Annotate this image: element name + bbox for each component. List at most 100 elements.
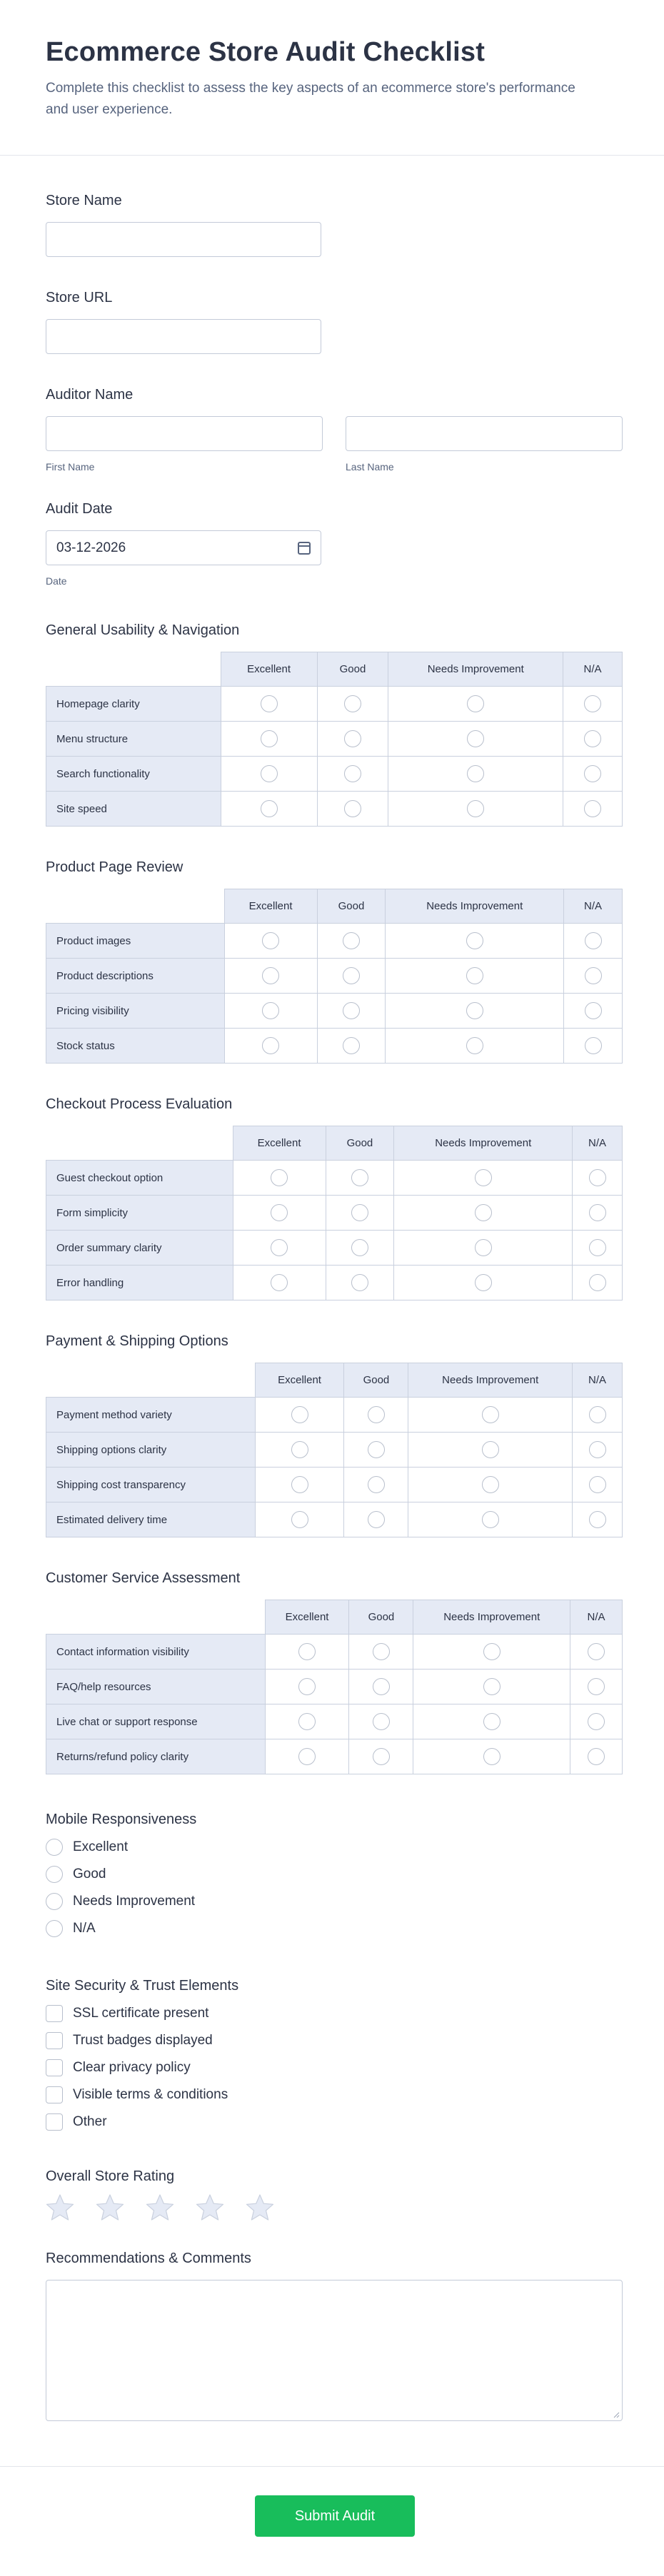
matrix-radio-button[interactable] [298,1678,316,1695]
mobile-option[interactable]: Needs Improvement [46,1888,618,1915]
matrix-radio-button[interactable] [372,1713,390,1730]
star-icon[interactable] [196,2193,224,2222]
resize-handle-icon[interactable] [613,2411,620,2418]
matrix-radio-button[interactable] [481,1511,499,1528]
mobile-option[interactable]: N/A [46,1915,618,1942]
matrix-radio-button[interactable] [483,1643,500,1660]
matrix-radio-button[interactable] [271,1239,288,1256]
matrix-radio-button[interactable] [474,1239,492,1256]
matrix-radio-button[interactable] [262,932,280,949]
comments-textarea[interactable] [46,2280,623,2421]
matrix-radio-button[interactable] [298,1713,316,1730]
store-name-input[interactable] [46,222,321,257]
matrix-radio-button[interactable] [584,765,602,782]
matrix-radio-button[interactable] [342,932,360,949]
matrix-radio-button[interactable] [588,1748,605,1765]
matrix-radio-button[interactable] [262,1002,280,1019]
matrix-radio-button[interactable] [466,967,483,984]
matrix-radio-button[interactable] [584,695,602,712]
matrix-radio-button[interactable] [588,1274,606,1291]
matrix-radio-button[interactable] [367,1441,385,1458]
star-icon[interactable] [246,2193,274,2222]
first-name-input[interactable] [46,416,323,451]
matrix-radio-button[interactable] [342,967,360,984]
radio-button[interactable] [46,1839,63,1856]
matrix-radio-button[interactable] [588,1511,606,1528]
matrix-radio-button[interactable] [467,765,485,782]
radio-button[interactable] [46,1893,63,1910]
matrix-radio-button[interactable] [588,1678,605,1695]
matrix-radio-button[interactable] [474,1204,492,1221]
matrix-radio-button[interactable] [260,765,278,782]
matrix-radio-button[interactable] [271,1169,288,1186]
matrix-radio-button[interactable] [262,967,280,984]
matrix-radio-button[interactable] [291,1476,308,1493]
matrix-radio-button[interactable] [467,800,485,817]
matrix-radio-button[interactable] [271,1204,288,1221]
matrix-radio-button[interactable] [483,1713,500,1730]
matrix-radio-button[interactable] [298,1748,316,1765]
matrix-radio-button[interactable] [588,1643,605,1660]
checkbox[interactable] [46,2113,63,2131]
matrix-radio-button[interactable] [588,1169,606,1186]
matrix-radio-button[interactable] [291,1511,308,1528]
store-url-input[interactable] [46,319,321,354]
matrix-radio-button[interactable] [291,1406,308,1423]
matrix-radio-button[interactable] [588,1406,606,1423]
matrix-radio-button[interactable] [483,1678,500,1695]
matrix-radio-button[interactable] [291,1441,308,1458]
matrix-radio-button[interactable] [260,800,278,817]
matrix-radio-button[interactable] [588,1476,606,1493]
matrix-radio-button[interactable] [588,1713,605,1730]
matrix-radio-button[interactable] [584,730,602,747]
security-option[interactable]: Visible terms & conditions [46,2081,618,2108]
matrix-radio-button[interactable] [584,1002,602,1019]
matrix-radio-button[interactable] [351,1204,368,1221]
matrix-radio-button[interactable] [474,1169,492,1186]
matrix-radio-button[interactable] [467,695,485,712]
security-option[interactable]: Clear privacy policy [46,2054,618,2081]
matrix-radio-button[interactable] [343,695,361,712]
matrix-radio-button[interactable] [584,967,602,984]
matrix-radio-button[interactable] [588,1239,606,1256]
matrix-radio-button[interactable] [474,1274,492,1291]
matrix-radio-button[interactable] [342,1037,360,1054]
matrix-radio-button[interactable] [367,1511,385,1528]
matrix-radio-button[interactable] [260,730,278,747]
star-icon[interactable] [96,2193,124,2222]
radio-button[interactable] [46,1920,63,1937]
checkbox[interactable] [46,2005,63,2022]
radio-button[interactable] [46,1866,63,1883]
matrix-radio-button[interactable] [466,932,483,949]
matrix-radio-button[interactable] [367,1476,385,1493]
security-option[interactable]: SSL certificate present [46,2000,618,2027]
calendar-icon[interactable] [298,541,311,555]
matrix-radio-button[interactable] [351,1274,368,1291]
mobile-option[interactable]: Excellent [46,1834,618,1861]
matrix-radio-button[interactable] [481,1476,499,1493]
matrix-radio-button[interactable] [351,1169,368,1186]
star-icon[interactable] [46,2193,74,2222]
matrix-radio-button[interactable] [372,1748,390,1765]
matrix-radio-button[interactable] [343,800,361,817]
checkbox[interactable] [46,2059,63,2076]
security-option[interactable]: Other [46,2108,618,2136]
matrix-radio-button[interactable] [481,1441,499,1458]
matrix-radio-button[interactable] [466,1002,483,1019]
matrix-radio-button[interactable] [584,932,602,949]
submit-audit-button[interactable]: Submit Audit [255,2495,415,2537]
matrix-radio-button[interactable] [467,730,485,747]
checkbox[interactable] [46,2086,63,2103]
matrix-radio-button[interactable] [466,1037,483,1054]
matrix-radio-button[interactable] [260,695,278,712]
mobile-option[interactable]: Good [46,1861,618,1888]
security-option[interactable]: Trust badges displayed [46,2027,618,2054]
star-icon[interactable] [146,2193,174,2222]
matrix-radio-button[interactable] [483,1748,500,1765]
matrix-radio-button[interactable] [342,1002,360,1019]
checkbox[interactable] [46,2032,63,2049]
matrix-radio-button[interactable] [343,730,361,747]
matrix-radio-button[interactable] [372,1643,390,1660]
matrix-radio-button[interactable] [584,800,602,817]
matrix-radio-button[interactable] [367,1406,385,1423]
